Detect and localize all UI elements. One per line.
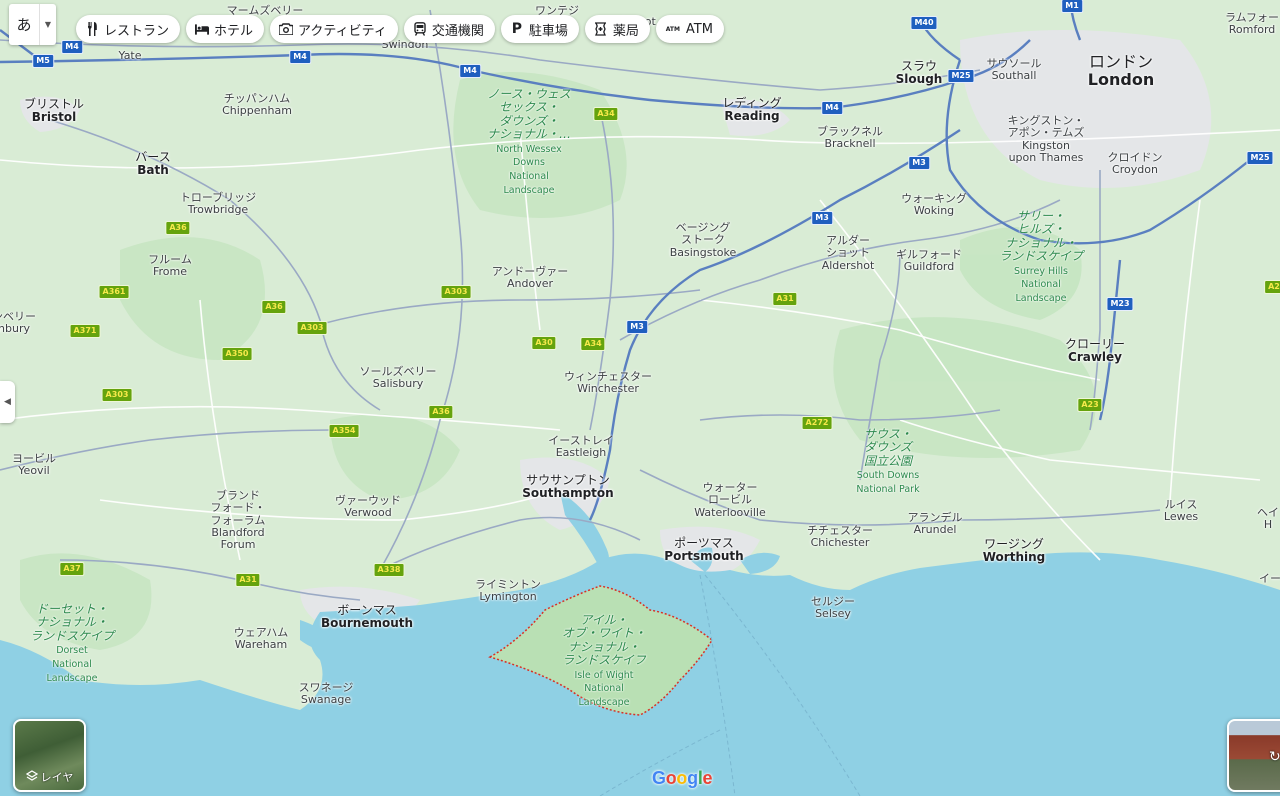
category-chip-bar: レストラン ホテル アクティビティ 交通機関 P 駐車場 薬局 ATM ATM bbox=[76, 15, 724, 43]
collapse-side-panel-button[interactable]: ◀ bbox=[0, 381, 15, 423]
road-shield-a36: A36 bbox=[165, 221, 191, 235]
road-shield-m23: M23 bbox=[1106, 297, 1134, 311]
road-shield-a37: A37 bbox=[59, 562, 85, 576]
chip-restaurants[interactable]: レストラン bbox=[76, 15, 181, 43]
chip-activities[interactable]: アクティビティ bbox=[270, 15, 398, 43]
chip-label: 駐車場 bbox=[528, 23, 568, 39]
logo-letter: o bbox=[665, 768, 677, 788]
road-shield-a23: A23 bbox=[1077, 398, 1103, 412]
input-language-label: あ bbox=[16, 16, 32, 34]
road-shield-a36: A36 bbox=[261, 300, 287, 314]
chip-label: ATM bbox=[685, 21, 713, 37]
input-language-button[interactable]: あ ▼ bbox=[9, 4, 56, 45]
road-shield-m3: M3 bbox=[626, 320, 648, 334]
road-shield-a34: A34 bbox=[593, 107, 619, 121]
logo-letter: g bbox=[687, 768, 698, 788]
road-shield-m25: M25 bbox=[1246, 151, 1274, 165]
road-shield-m4: M4 bbox=[289, 50, 311, 64]
road-shield-a272: A272 bbox=[801, 416, 833, 430]
street-view-thumbnail[interactable]: ↻ bbox=[1227, 719, 1280, 792]
transit-icon bbox=[413, 22, 427, 36]
logo-letter: e bbox=[702, 768, 713, 788]
caret-down-icon[interactable]: ▼ bbox=[39, 4, 56, 45]
street-view-rotate-icon: ↻ bbox=[1269, 749, 1280, 765]
hotel-icon bbox=[195, 22, 210, 36]
road-shield-a31: A31 bbox=[235, 573, 261, 587]
road-shield-a2: A2 bbox=[1264, 280, 1280, 294]
road-shield-m5: M5 bbox=[32, 54, 54, 68]
layers-button[interactable]: レイヤ bbox=[13, 719, 86, 792]
chip-label: アクティビティ bbox=[298, 23, 387, 39]
layers-label: レイヤ bbox=[40, 771, 74, 784]
chip-label: ホテル bbox=[214, 23, 254, 39]
chip-label: レストラン bbox=[104, 23, 170, 39]
pharmacy-icon bbox=[594, 22, 608, 36]
road-shield-a361: A361 bbox=[98, 285, 130, 299]
road-shield-a371: A371 bbox=[69, 324, 101, 338]
camera-icon bbox=[279, 22, 294, 36]
layers-label-row: レイヤ bbox=[15, 769, 84, 785]
road-shield-a31: A31 bbox=[772, 292, 798, 306]
logo-letter: G bbox=[652, 768, 666, 788]
road-shield-a338: A338 bbox=[373, 563, 405, 577]
road-shield-a354: A354 bbox=[328, 424, 360, 438]
road-shield-m40: M40 bbox=[910, 16, 938, 30]
road-shield-m3: M3 bbox=[908, 156, 930, 170]
road-shield-m4: M4 bbox=[821, 101, 843, 115]
road-shield-m3: M3 bbox=[811, 211, 833, 225]
chip-hotels[interactable]: ホテル bbox=[186, 15, 265, 43]
road-shield-m4: M4 bbox=[459, 64, 481, 78]
chip-atm[interactable]: ATM ATM bbox=[655, 15, 724, 43]
road-shield-a34: A34 bbox=[580, 337, 606, 351]
chip-transit[interactable]: 交通機関 bbox=[403, 15, 495, 43]
chip-pharmacy[interactable]: 薬局 bbox=[584, 15, 650, 43]
layers-icon bbox=[25, 769, 38, 785]
atm-icon: ATM bbox=[665, 25, 680, 33]
parking-icon: P bbox=[511, 21, 522, 37]
logo-letter: o bbox=[676, 768, 688, 788]
google-logo: Google bbox=[652, 768, 713, 789]
road-shield-a303: A303 bbox=[296, 321, 328, 335]
chip-label: 交通機関 bbox=[431, 23, 484, 39]
road-shield-a303: A303 bbox=[101, 388, 133, 402]
restaurant-icon bbox=[85, 22, 99, 36]
chevron-left-icon: ◀ bbox=[4, 397, 11, 407]
road-shield-m1: M1 bbox=[1061, 0, 1083, 13]
chip-label: 薬局 bbox=[612, 23, 639, 39]
road-shield-a303: A303 bbox=[440, 285, 472, 299]
road-shield-a30: A30 bbox=[531, 336, 557, 350]
road-shield-a36: A36 bbox=[428, 405, 454, 419]
chip-parking[interactable]: P 駐車場 bbox=[500, 15, 579, 43]
road-shield-a350: A350 bbox=[221, 347, 253, 361]
road-shield-m25: M25 bbox=[947, 69, 975, 83]
